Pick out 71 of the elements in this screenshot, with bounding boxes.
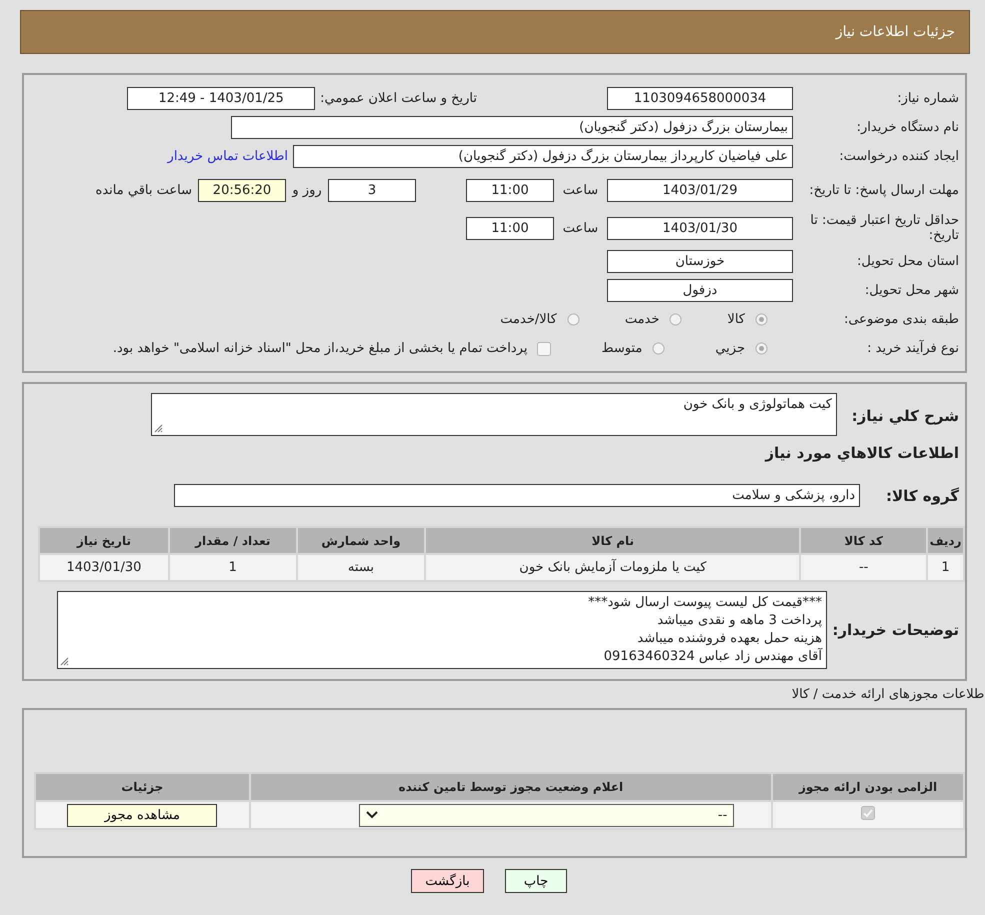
field-label: استان محل تحویل: bbox=[856, 254, 960, 269]
field-label: حداقل تاریخ اعتبار قیمت: تا تاریخ: bbox=[809, 213, 960, 243]
field-label: کالا/خدمت bbox=[500, 312, 557, 327]
field-label: روز و bbox=[290, 182, 323, 198]
checkbox[interactable] bbox=[861, 806, 876, 820]
section-heading: اطلاعات مجوزهای ارائه خدمت / کالا bbox=[790, 687, 985, 702]
field-label: توضیحات خریدار: bbox=[831, 621, 960, 639]
field-label: کالا bbox=[727, 312, 745, 327]
radio-button[interactable] bbox=[755, 313, 768, 326]
text-field[interactable]: 11:00 bbox=[466, 216, 554, 240]
countdown-field[interactable]: 20:56:20 bbox=[198, 178, 286, 202]
table-cell: 1 bbox=[168, 554, 297, 581]
field-label: طبقه بندی موضوعی: bbox=[842, 312, 960, 327]
column-header: اعلام وضعیت مجوز توسط تامین کننده bbox=[250, 773, 772, 801]
table-cell: -- bbox=[800, 554, 928, 581]
text-field[interactable]: دزفول bbox=[607, 279, 793, 302]
field-label: پرداخت تمام یا بخشی از مبلغ خرید،از محل "اسناد خزانه اسلامی" خواهد بود. bbox=[112, 341, 528, 356]
radio-button[interactable] bbox=[755, 342, 768, 355]
field-label: مهلت ارسال پاسخ: تا تاریخ: bbox=[808, 182, 960, 198]
column-header: تعداد / مقدار bbox=[168, 527, 297, 554]
text-field[interactable]: دارو، پزشکی و سلامت bbox=[174, 484, 860, 507]
column-header: جزئیات bbox=[35, 773, 250, 801]
back-button[interactable]: بازگشت bbox=[411, 869, 484, 893]
column-header: تاریخ نیاز bbox=[39, 527, 169, 554]
print-button[interactable]: چاپ bbox=[505, 869, 567, 893]
field-label: ایجاد کننده درخواست: bbox=[838, 149, 960, 164]
text-field[interactable]: 11:00 bbox=[466, 178, 554, 202]
field-label: گروه کالا: bbox=[885, 486, 960, 504]
radio-button[interactable] bbox=[669, 313, 682, 326]
text-field[interactable]: 1103094658000034 bbox=[607, 87, 793, 110]
field-label: شرح کلي نیاز: bbox=[850, 406, 960, 425]
column-header: کد کالا bbox=[800, 527, 928, 554]
text-field[interactable]: 3 bbox=[328, 178, 416, 202]
text-field[interactable]: بیمارستان بزرگ دزفول (دکتر گنجویان) bbox=[231, 116, 793, 139]
text-field[interactable]: خوزستان bbox=[607, 250, 793, 273]
section-heading: اطلاعات کالاهاي مورد نیاز bbox=[764, 443, 960, 464]
field-label: تاریخ و ساعت اعلان عمومي: bbox=[320, 91, 477, 106]
table-cell: 1403/01/30 bbox=[39, 554, 169, 581]
column-header: نام کالا bbox=[425, 527, 800, 554]
checkbox[interactable] bbox=[537, 342, 552, 356]
field-label: ساعت bbox=[562, 220, 600, 236]
table-cell: 1 bbox=[927, 554, 964, 581]
column-header: واحد شمارش bbox=[296, 527, 426, 554]
field-label: متوسط bbox=[601, 341, 642, 356]
radio-button[interactable] bbox=[566, 313, 580, 326]
field-label: نوع فرآیند خرید : bbox=[866, 341, 960, 356]
contact-link[interactable]: اطلاعات تماس خریدار bbox=[168, 149, 288, 164]
field-label: جزيي bbox=[715, 341, 745, 356]
field-label: شهر محل تحویل: bbox=[864, 283, 960, 298]
field-label: خدمت bbox=[624, 312, 660, 327]
text-field[interactable]: علی فیاضیان کارپرداز بیمارستان بزرگ دزفول (دکتر گنجویان) bbox=[293, 145, 793, 168]
column-header: ردیف bbox=[927, 527, 964, 554]
text-field[interactable]: 1403/01/29 bbox=[607, 178, 793, 202]
field-label: ساعت باقي مانده bbox=[96, 182, 192, 198]
notes-field[interactable]: ***قیمت کل لیست پیوست ارسال شود*** پرداخت 3 ماهه و نقدی میباشد هزینه حمل بعهده فروشنده میباشد آقای مهندس زاد عباس 09163460324 bbox=[57, 591, 827, 669]
description-field[interactable]: کیت هماتولوژی و بانک خون bbox=[151, 393, 837, 436]
text-field[interactable]: 1403/01/30 bbox=[607, 216, 793, 240]
field-label: ساعت bbox=[562, 182, 600, 198]
radio-button[interactable] bbox=[652, 342, 666, 355]
view-license-button[interactable]: مشاهده مجوز bbox=[67, 804, 218, 826]
table-cell: کیت یا ملزومات آزمایش بانک خون bbox=[425, 554, 800, 581]
page-title-bar: جزئیات اطلاعات نیاز bbox=[20, 10, 970, 54]
text-field[interactable]: 1403/01/25 - 12:49 bbox=[127, 87, 316, 110]
field-label: نام دستگاه خریدار: bbox=[856, 120, 960, 135]
resize-handle-icon[interactable] bbox=[60, 657, 69, 666]
resize-handle-icon[interactable] bbox=[154, 424, 163, 433]
column-header: الزامی بودن ارائه مجوز bbox=[772, 773, 964, 801]
field-label: شماره نیاز: bbox=[896, 91, 960, 106]
table-cell: بسته bbox=[296, 554, 426, 581]
caret-icon bbox=[366, 811, 378, 819]
status-dropdown[interactable]: -- bbox=[359, 804, 734, 826]
